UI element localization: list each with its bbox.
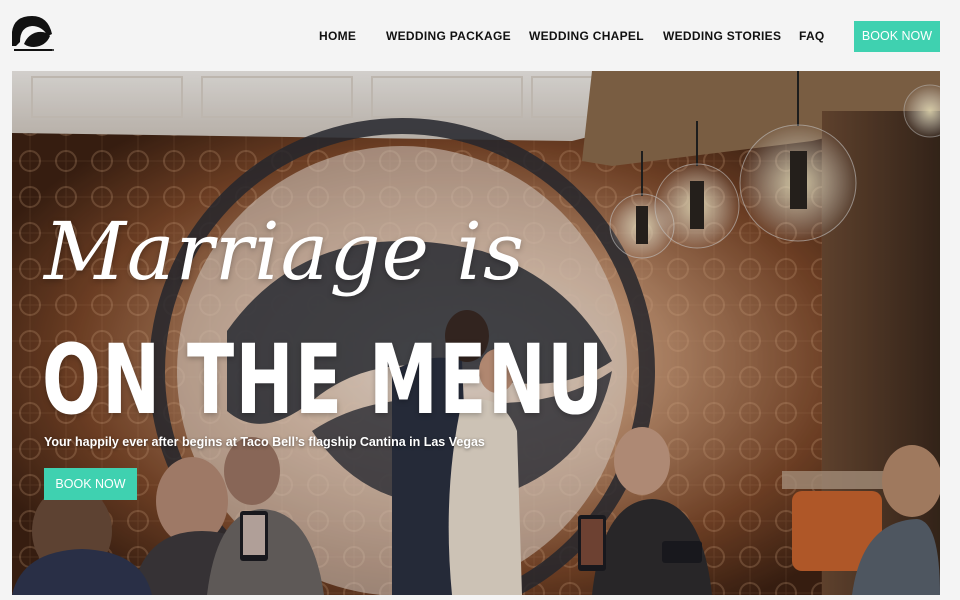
hero-subline: Your happily ever after begins at Taco B…	[44, 435, 485, 449]
nav-faq-link[interactable]: FAQ	[799, 28, 825, 44]
hero-headline-block: ON THE MENU	[42, 324, 605, 436]
nav-wedding-stories-link[interactable]: WEDDING STORIES	[663, 28, 781, 44]
hero-banner: Marriage is ON THE MENU Your happily eve…	[12, 71, 940, 595]
nav-wedding-package-link[interactable]: WEDDING PACKAGE	[386, 28, 511, 44]
hero-headline-script: Marriage is	[44, 205, 525, 298]
site-header: HOME WEDDING PACKAGE WEDDING CHAPEL WEDD…	[0, 0, 960, 70]
header-book-now-button[interactable]: BOOK NOW	[854, 21, 940, 52]
nav-wedding-chapel-link[interactable]: WEDDING CHAPEL	[529, 28, 644, 44]
hero-book-now-button[interactable]: BOOK NOW	[44, 468, 137, 500]
main-nav: HOME WEDDING PACKAGE WEDDING CHAPEL WEDD…	[0, 28, 960, 48]
nav-home-link[interactable]: HOME	[319, 28, 356, 44]
